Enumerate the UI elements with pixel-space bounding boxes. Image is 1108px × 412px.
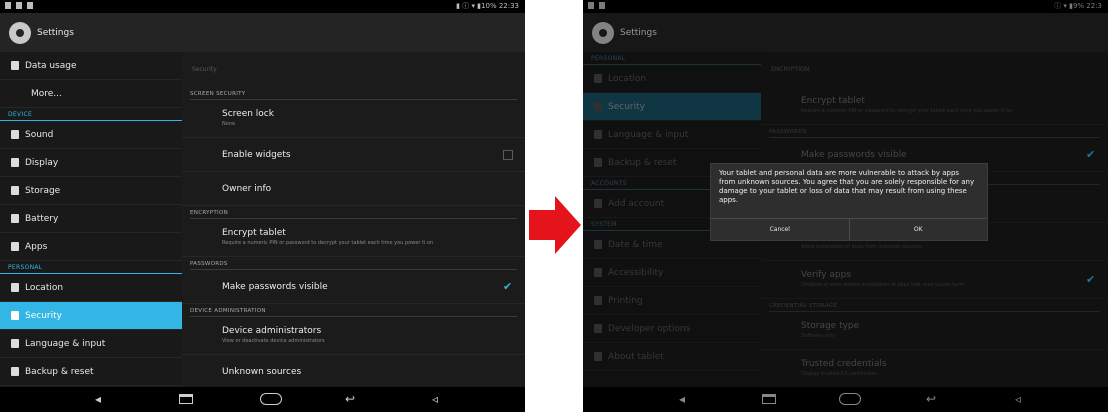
setting-title: Make passwords visible	[222, 281, 328, 292]
language-icon	[11, 339, 19, 348]
sound-icon	[11, 130, 19, 139]
backup-icon	[11, 367, 19, 376]
checkbox[interactable]: ✔	[503, 281, 513, 292]
status-indicators: ▮ ⓘ ▾ ▮10% 22:33	[456, 2, 519, 10]
sidebar-item-label: Storage	[25, 185, 61, 196]
setting-summary: Require a numeric PIN or password to dec…	[222, 240, 434, 247]
sidebar-item-storage[interactable]: Storage	[0, 177, 182, 205]
left-tablet-screen: ▮ ⓘ ▾ ▮10% 22:33 Settings Data usage More…	[0, 0, 525, 412]
ok-button[interactable]: OK	[848, 219, 988, 240]
sidebar-header-device: DEVICE	[0, 108, 182, 121]
section-header-screen-security: SCREEN SECURITY	[190, 87, 517, 100]
setting-title: Unknown sources	[222, 366, 302, 377]
sidebar-item-label: Display	[25, 157, 59, 168]
sidebar-item-label: Sound	[25, 129, 54, 140]
setting-summary: None	[222, 121, 236, 128]
data-usage-icon	[11, 61, 19, 70]
transition-arrow-icon	[529, 196, 581, 254]
sidebar-item-label: Location	[25, 282, 64, 293]
cancel-button[interactable]: Cancel	[711, 219, 849, 240]
setting-owner-info[interactable]: Owner info	[182, 172, 525, 206]
volume-down-icon[interactable]: ◂	[88, 391, 108, 407]
setting-title: Owner info	[222, 183, 272, 194]
notification-icon	[5, 2, 11, 9]
setting-title: Encrypt tablet	[222, 228, 286, 239]
unknown-sources-warning-dialog: Your tablet and personal data are more v…	[710, 163, 988, 241]
setting-title: Screen lock	[222, 109, 274, 120]
sidebar-item-battery[interactable]: Battery	[0, 205, 182, 233]
section-header-passwords: PASSWORDS	[190, 257, 517, 270]
security-settings-panel: Security SCREEN SECURITY Screen lock None En…	[182, 52, 525, 387]
section-header-encryption: ENCRYPTION	[190, 206, 517, 219]
right-tablet-screen: ⓘ ▾ ▮9% 22:3 Settings PERSONAL Location Se…	[583, 0, 1108, 412]
lock-icon	[11, 311, 19, 320]
back-icon[interactable]: ↩	[340, 391, 360, 407]
setting-make-passwords-visible[interactable]: Make passwords visible ✔	[182, 270, 525, 304]
dialog-buttons: Cancel OK	[711, 218, 987, 240]
setting-device-administrators[interactable]: Device administratorsView or deactivate …	[182, 317, 525, 355]
setting-screen-lock[interactable]: Screen lock None	[182, 100, 525, 138]
sidebar-item-apps[interactable]: Apps	[0, 233, 182, 261]
location-icon	[11, 283, 19, 292]
sidebar-item-label: Battery	[25, 213, 59, 224]
volume-up-icon[interactable]: ◃	[425, 391, 445, 407]
action-bar-title: Settings	[37, 27, 74, 38]
sidebar-item-label: Apps	[25, 241, 48, 252]
sidebar-item-sound[interactable]: Sound	[0, 121, 182, 149]
sidebar-item-label: Security	[25, 310, 62, 321]
recent-apps-icon[interactable]	[179, 394, 193, 404]
battery-icon	[11, 214, 19, 223]
sidebar-item-label: More...	[31, 88, 62, 99]
sidebar-item-location[interactable]: Location	[0, 274, 182, 302]
setting-enable-widgets[interactable]: Enable widgets	[182, 138, 525, 172]
sidebar-item-backup-reset[interactable]: Backup & reset	[0, 358, 182, 386]
sidebar-item-security[interactable]: Security	[0, 302, 182, 330]
home-icon[interactable]	[260, 393, 282, 405]
setting-title: Device administrators	[222, 326, 322, 337]
setting-unknown-sources[interactable]: Unknown sources	[182, 355, 525, 387]
notification-icon	[16, 2, 22, 9]
sidebar-item-label: Backup & reset	[25, 366, 94, 377]
notification-icons	[5, 2, 33, 9]
setting-encrypt-tablet[interactable]: Encrypt tablet Require a numeric PIN or p…	[182, 219, 525, 257]
storage-icon	[11, 186, 19, 195]
sidebar-item-more[interactable]: More...	[0, 80, 182, 108]
action-bar: Settings	[0, 13, 525, 52]
sidebar-item-data-usage[interactable]: Data usage	[0, 52, 182, 80]
setting-title: Enable widgets	[222, 149, 291, 160]
sidebar-item-language-input[interactable]: Language & input	[0, 330, 182, 358]
sidebar-item-display[interactable]: Display	[0, 149, 182, 177]
sidebar-item-label: Data usage	[25, 60, 77, 71]
section-header-device-administration: DEVICE ADMINISTRATION	[190, 304, 517, 317]
dialog-message: Your tablet and personal data are more v…	[719, 169, 975, 204]
checkbox[interactable]	[503, 149, 513, 160]
display-icon	[11, 158, 19, 167]
sidebar-item-label: Language & input	[25, 338, 106, 349]
settings-gear-icon[interactable]	[9, 21, 31, 44]
setting-summary: View or deactivate device administrators	[222, 338, 325, 345]
apps-icon	[11, 242, 19, 251]
notification-icon	[27, 2, 33, 9]
settings-sidebar: Data usage More... DEVICE Sound Display Stora…	[0, 52, 182, 387]
status-bar: ▮ ⓘ ▾ ▮10% 22:33	[0, 0, 525, 13]
navigation-bar: ◂ ↩ ◃	[0, 387, 525, 412]
panel-title: Security	[192, 66, 217, 73]
sidebar-header-personal: PERSONAL	[0, 261, 182, 274]
